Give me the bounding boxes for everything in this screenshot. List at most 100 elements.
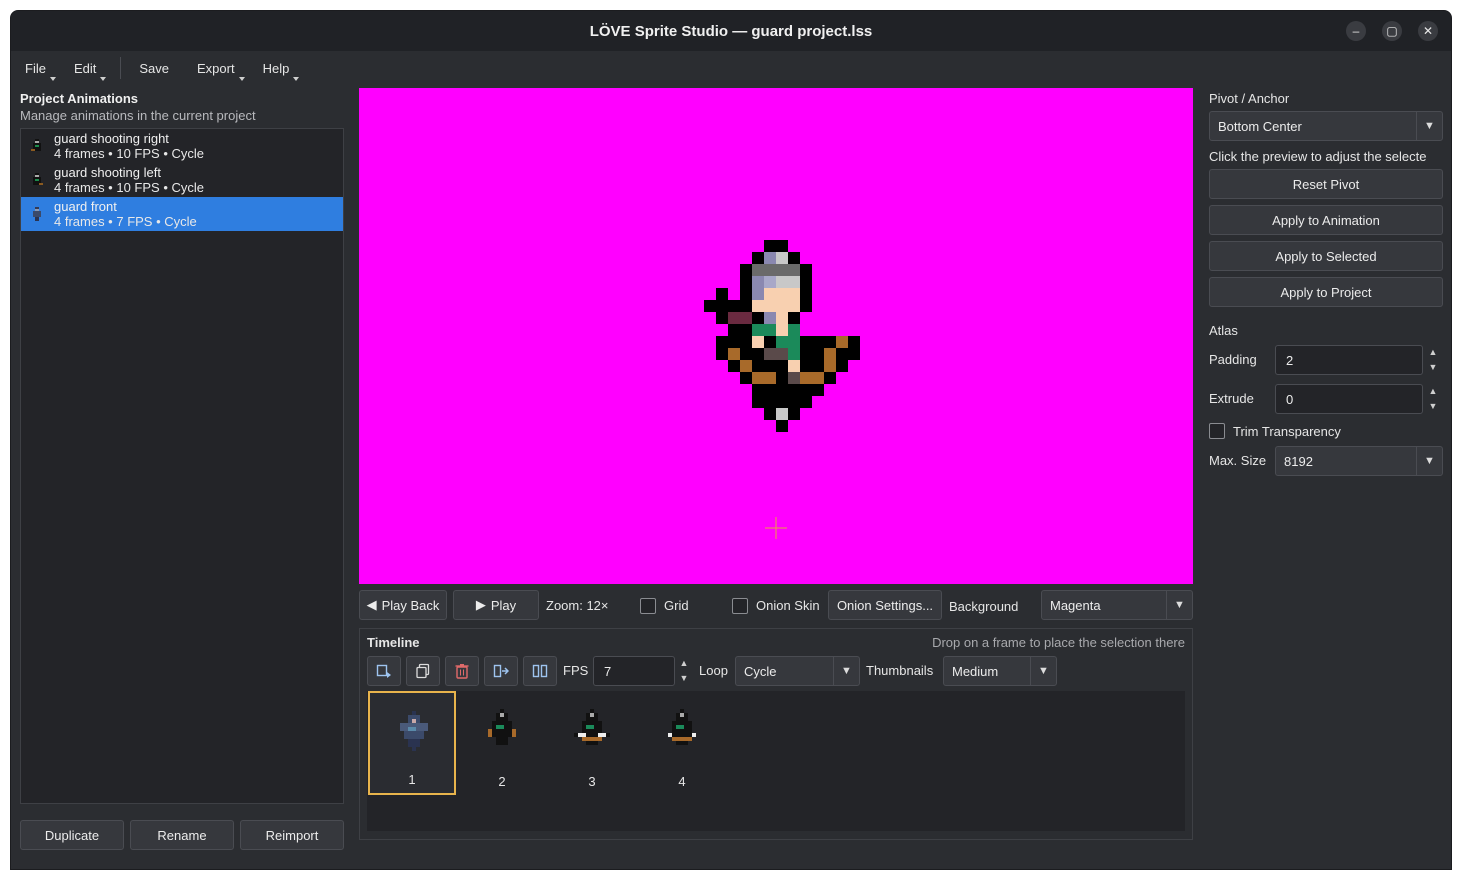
max-size-select[interactable]: 8192 ▼ (1275, 446, 1443, 476)
duplicate-frame-button[interactable] (406, 656, 440, 686)
menu-help[interactable]: Help (257, 61, 304, 81)
thumbnails-value: Medium (952, 663, 999, 679)
chevron-down-icon[interactable]: ▼ (674, 671, 694, 686)
animation-meta: 4 frames • 10 FPS • Cycle (54, 146, 204, 161)
frame-number: 2 (498, 774, 506, 789)
loop-value: Cycle (744, 663, 777, 679)
copy-icon (416, 663, 430, 679)
animation-meta: 4 frames • 10 FPS • Cycle (54, 180, 204, 195)
apply-to-project-button[interactable]: Apply to Project (1209, 277, 1443, 307)
animation-item-front[interactable]: guard front 4 frames • 7 FPS • Cycle (21, 197, 343, 231)
trim-transparency-checkbox[interactable] (1209, 423, 1225, 439)
menu-bar: File Edit Save Export Help (11, 51, 1451, 85)
play-back-label: Play Back (381, 597, 440, 613)
menu-edit[interactable]: Edit (68, 61, 110, 81)
trash-icon (455, 664, 469, 679)
frame-thumbnail[interactable]: 2 (458, 691, 546, 795)
animation-name: guard front (54, 199, 117, 214)
padding-label: Padding (1209, 352, 1257, 367)
add-frame-icon (376, 664, 391, 678)
padding-input[interactable]: 2 (1275, 345, 1423, 375)
zoom-label: Zoom: 12× (546, 598, 609, 613)
chevron-down-icon[interactable]: ▼ (1423, 360, 1443, 375)
play-back-icon: ◀ (366, 597, 377, 612)
extrude-stepper[interactable]: ▲ ▼ (1423, 384, 1443, 414)
minimize-icon: – (1352, 24, 1360, 38)
duplicate-button[interactable]: Duplicate (20, 820, 124, 850)
playback-controls: ◀ Play Back ▶ Play Zoom: 12× Grid Onion … (359, 590, 1193, 622)
padding-value: 2 (1286, 352, 1294, 368)
animation-list[interactable]: guard shooting right 4 frames • 10 FPS •… (20, 128, 344, 804)
chevron-down-icon: ▼ (1166, 591, 1192, 619)
mirror-frame-button[interactable] (523, 656, 557, 686)
frame-sprite-icon (488, 709, 516, 745)
close-button[interactable]: ✕ (1418, 21, 1438, 41)
sprite-thumbnail-icon (33, 207, 41, 221)
thumbnails-select[interactable]: Medium ▼ (943, 656, 1057, 686)
fps-value: 7 (604, 663, 612, 679)
close-icon: ✕ (1422, 24, 1434, 38)
pivot-select[interactable]: Bottom Center ▼ (1209, 111, 1443, 141)
chevron-up-icon[interactable]: ▲ (1423, 384, 1443, 399)
pivot-marker-icon[interactable] (765, 517, 787, 539)
frame-thumbnail[interactable]: 3 (548, 691, 636, 795)
app-window: LÖVE Sprite Studio — guard project.lss –… (10, 10, 1452, 870)
guard-sprite (704, 240, 860, 432)
apply-to-animation-button[interactable]: Apply to Animation (1209, 205, 1443, 235)
timeline-panel: Timeline Drop on a frame to place the se… (359, 628, 1193, 840)
grid-checkbox[interactable] (640, 598, 656, 614)
extrude-label: Extrude (1209, 391, 1254, 406)
play-button[interactable]: ▶ Play (453, 590, 539, 620)
play-back-button[interactable]: ◀ Play Back (359, 590, 447, 620)
loop-label: Loop (699, 663, 728, 678)
sprite-thumbnail-icon (31, 139, 41, 151)
rename-button[interactable]: Rename (130, 820, 234, 850)
menu-file[interactable]: File (19, 61, 60, 81)
animation-item-shooting-left[interactable]: guard shooting left 4 frames • 10 FPS • … (21, 163, 343, 197)
padding-stepper[interactable]: ▲ ▼ (1423, 345, 1443, 375)
grid-label: Grid (664, 598, 689, 613)
reset-pivot-button[interactable]: Reset Pivot (1209, 169, 1443, 199)
menu-separator (120, 57, 122, 79)
mirror-icon (532, 664, 548, 678)
delete-frame-button[interactable] (445, 656, 479, 686)
thumbnails-label: Thumbnails (866, 663, 934, 678)
animation-meta: 4 frames • 7 FPS • Cycle (54, 214, 197, 229)
panel-title: Project Animations (20, 91, 138, 106)
onion-skin-checkbox[interactable] (732, 598, 748, 614)
move-frame-button[interactable] (484, 656, 518, 686)
extrude-input[interactable]: 0 (1275, 384, 1423, 414)
frame-sprite-icon (400, 711, 428, 751)
properties-panel: Pivot / Anchor Bottom Center ▼ Click the… (1209, 91, 1443, 491)
fps-input[interactable]: 7 (593, 656, 675, 686)
frame-number: 4 (678, 774, 686, 789)
max-size-label: Max. Size (1209, 453, 1267, 468)
maximize-button[interactable]: ▢ (1382, 21, 1402, 41)
sprite-thumbnail-icon (33, 173, 43, 185)
max-size-value: 8192 (1284, 453, 1313, 469)
minimize-button[interactable]: – (1346, 21, 1366, 41)
trim-transparency-label: Trim Transparency (1233, 424, 1341, 439)
sprite-preview[interactable] (359, 88, 1193, 584)
background-select[interactable]: Magenta ▼ (1041, 590, 1193, 620)
play-label: Play (490, 597, 517, 613)
loop-select[interactable]: Cycle ▼ (735, 656, 860, 686)
chevron-down-icon[interactable]: ▼ (1423, 399, 1443, 414)
chevron-up-icon[interactable]: ▲ (674, 656, 694, 671)
onion-settings-button[interactable]: Onion Settings... (828, 590, 942, 620)
animation-name: guard shooting right (54, 131, 169, 146)
frame-thumbnail[interactable]: 4 (638, 691, 726, 795)
add-frame-button[interactable] (367, 656, 401, 686)
atlas-title: Atlas (1209, 323, 1238, 338)
frame-thumbnail[interactable]: 1 (368, 691, 456, 795)
chevron-up-icon[interactable]: ▲ (1423, 345, 1443, 360)
fps-label: FPS (563, 663, 589, 678)
menu-save[interactable]: Save (133, 61, 183, 76)
background-label: Background (949, 599, 1019, 614)
reimport-button[interactable]: Reimport (240, 820, 344, 850)
window-title: LÖVE Sprite Studio — guard project.lss (589, 22, 873, 40)
menu-export[interactable]: Export (191, 61, 249, 81)
animation-item-shooting-right[interactable]: guard shooting right 4 frames • 10 FPS •… (21, 129, 343, 163)
fps-stepper[interactable]: ▲ ▼ (674, 656, 694, 686)
apply-to-selected-button[interactable]: Apply to Selected (1209, 241, 1443, 271)
